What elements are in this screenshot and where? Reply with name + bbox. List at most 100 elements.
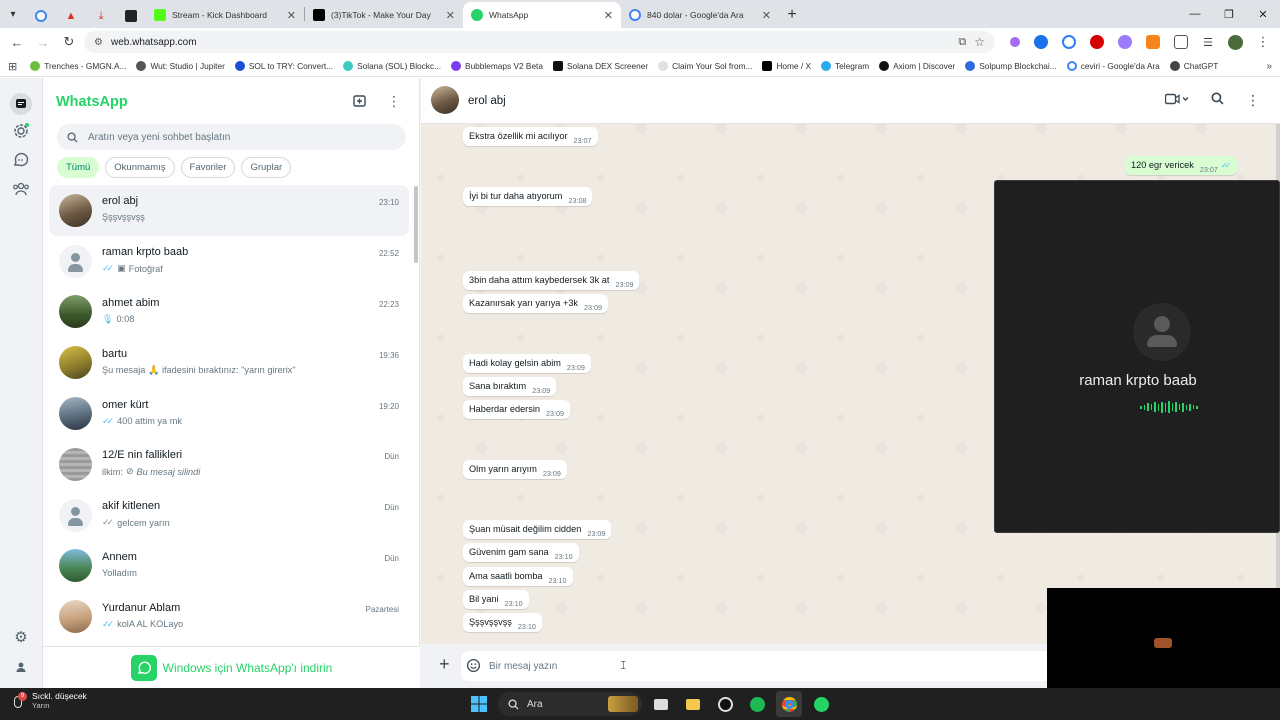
extension-blue-icon[interactable] (1034, 35, 1048, 49)
message-bubble[interactable]: Haberdar edersin 23:09 (463, 400, 570, 419)
chats-icon[interactable] (10, 93, 32, 115)
profile-icon[interactable] (12, 658, 30, 676)
install-app-icon[interactable]: ⧉ (958, 36, 966, 49)
pinned-tab-dark[interactable] (116, 4, 146, 28)
message-bubble[interactable]: Şşşvşşvşş 23:10 (463, 613, 542, 632)
filter-unread[interactable]: Okunmamış (105, 157, 175, 178)
conversation-header[interactable]: erol abj ⋮ (421, 78, 1280, 124)
message-bubble[interactable]: Şuan müsait değilim cidden 23:09 (463, 520, 612, 539)
back-button[interactable]: ← (6, 31, 28, 53)
chrome-icon[interactable] (776, 691, 802, 717)
download-windows-app-banner[interactable]: Windows için WhatsApp'ı indirin (43, 646, 420, 688)
close-window-button[interactable]: ✕ (1246, 0, 1280, 28)
chat-item-12e-nin-fallikleri[interactable]: 12/E nin fallikleri ilkim: ⊘ Bu mesaj sili… (49, 439, 409, 490)
channels-icon[interactable] (12, 151, 30, 169)
message-bubble[interactable]: Ekstra özellik mi acılıyor 23:07 (463, 127, 598, 146)
message-bubble[interactable]: Bil yani 23:10 (463, 590, 529, 609)
minimize-button[interactable]: — (1178, 0, 1212, 28)
taskbar-search[interactable]: Ara (498, 692, 642, 716)
menu-kebab-icon[interactable]: ⋮ (387, 94, 401, 111)
pinned-tab-triangle[interactable]: ▲ (56, 4, 86, 28)
extension-pen-icon[interactable] (1010, 37, 1020, 47)
message-bubble[interactable]: Güvenim gam sana 23:10 (463, 543, 579, 562)
chat-item-ahmet-abim[interactable]: ahmet abim 🎙 0:08 22:23 (49, 287, 409, 338)
close-icon[interactable]: ✕ (762, 9, 771, 22)
extensions-puzzle-icon[interactable] (1174, 35, 1188, 49)
start-windows-icon[interactable] (466, 691, 492, 717)
contact-avatar[interactable] (431, 86, 459, 114)
filter-groups[interactable]: Gruplar (241, 157, 292, 178)
video-preview-overlay[interactable] (1047, 588, 1280, 688)
bookmark-item[interactable]: Telegram (816, 61, 874, 71)
message-bubble[interactable]: Hadi kolay gelsin abim 23:09 (463, 354, 591, 373)
settings-gear-icon[interactable]: ⚙ (12, 628, 30, 646)
tab-search-button[interactable]: ▾ (0, 0, 26, 28)
bookmark-item[interactable]: SOL to TRY: Convert... (230, 61, 338, 71)
metamask-icon[interactable] (1146, 35, 1160, 49)
close-icon[interactable]: ✕ (446, 9, 455, 22)
maximize-button[interactable]: ❐ (1212, 0, 1246, 28)
chat-item-raman-krpto-baab[interactable]: raman krpto baab ✓✓ ▣ Fotoğraf 22:52 (49, 236, 409, 287)
communities-icon[interactable] (12, 180, 30, 198)
chat-search-input[interactable]: Aratın veya yeni sohbet başlatın (57, 124, 406, 150)
close-icon[interactable]: ✕ (287, 9, 296, 22)
apps-grid-icon[interactable]: ⊞ (8, 60, 17, 73)
chatlist-scrollbar[interactable] (414, 186, 418, 263)
bookmark-item[interactable]: Solpump Blockchai... (960, 61, 1061, 71)
search-icon[interactable] (1211, 92, 1224, 108)
message-bubble[interactable]: Kazanırsak yarı yarıya +3k 23:09 (463, 294, 609, 313)
menu-kebab-icon[interactable]: ⋮ (1246, 93, 1260, 107)
whatsapp-taskbar-icon[interactable] (808, 691, 834, 717)
address-bar[interactable]: ⚙ web.whatsapp.com ⧉ ☆ (84, 31, 995, 53)
tab-google-search[interactable]: 840 dolar - Google'da Ara ✕ (621, 2, 779, 28)
new-tab-button[interactable]: + (779, 2, 805, 28)
weather-widget[interactable]: 9 Sıckl. düşecek Yarın (12, 691, 87, 710)
chat-item-bartu[interactable]: bartu Şu mesaja 🙏 ifadesini bıraktınız: … (49, 337, 409, 388)
pinned-tab-google[interactable] (26, 4, 56, 28)
bookmark-item[interactable]: ChatGPT (1165, 61, 1224, 71)
reload-button[interactable]: ↻ (58, 31, 80, 53)
profile-avatar[interactable] (1228, 34, 1243, 50)
filter-favorites[interactable]: Favoriler (180, 157, 236, 178)
spotify-icon[interactable] (744, 691, 770, 717)
message-bubble[interactable]: Ama saatli bomba 23:10 (463, 567, 573, 586)
bookmark-item[interactable]: Solana (SOL) Blockc... (338, 61, 446, 71)
extension-red-icon[interactable] (1090, 35, 1104, 49)
chat-item-annem[interactable]: Annem Yolladım Dün (49, 541, 409, 592)
extension-purple-icon[interactable] (1118, 35, 1132, 49)
video-call-icon[interactable] (1164, 93, 1189, 108)
attach-plus-icon[interactable]: + (439, 655, 450, 673)
forward-button[interactable]: → (32, 31, 54, 53)
new-chat-icon[interactable] (353, 94, 367, 111)
pinned-tab-download[interactable]: ⤓ (86, 4, 116, 28)
message-bubble[interactable]: Sana bıraktım 23:09 (463, 377, 557, 396)
filter-all[interactable]: Tümü (57, 157, 100, 178)
chat-item-yurdanur-ablam[interactable]: Yurdanur Ablam ✓✓ kolA AL KOLayo Pazartes… (49, 591, 409, 642)
chat-item-omer-kurt[interactable]: omer kürt ✓✓ 400 attim ya mk 19:20 (49, 388, 409, 439)
tab-tiktok[interactable]: (3)TikTok - Make Your Day ✕ (305, 2, 463, 28)
bookmark-item[interactable]: Axiom | Discover (874, 61, 960, 71)
bookmark-item[interactable]: Trenches - GMGN.A... (25, 61, 131, 71)
file-explorer-icon[interactable] (680, 691, 706, 717)
bookmark-item[interactable]: Solana DEX Screener (548, 61, 653, 71)
tab-kick[interactable]: Stream - Kick Dashboard ✕ (146, 2, 304, 28)
message-input[interactable]: Bir mesaj yazın 𝙸 (461, 651, 1051, 681)
bookmark-star-icon[interactable]: ☆ (974, 35, 985, 49)
site-info-icon[interactable]: ⚙ (94, 37, 103, 48)
browser-menu-icon[interactable]: ⋮ (1252, 31, 1274, 53)
close-icon[interactable]: ✕ (604, 9, 613, 22)
voice-call-popup[interactable]: raman krpto baab (994, 180, 1280, 533)
bookmark-item[interactable]: Claim Your Sol from... (653, 61, 757, 71)
message-bubble-outgoing[interactable]: 120 egr vericek 23:07 ✓✓ (1125, 156, 1238, 175)
obs-icon[interactable] (712, 691, 738, 717)
chat-item-akif-kitlenen[interactable]: akif kitlenen ✓✓ gelcem yarın Dün (49, 490, 409, 541)
sticker-icon[interactable] (466, 658, 481, 676)
extension-wave-icon[interactable] (1062, 35, 1076, 49)
message-bubble[interactable]: İyi bi tur daha atıyorum 23:08 (463, 187, 593, 206)
bookmark-item[interactable]: ceviri - Google'da Ara (1062, 61, 1165, 71)
status-icon[interactable] (12, 122, 30, 140)
task-view-icon[interactable] (648, 691, 674, 717)
bookmark-item[interactable]: Bubblemaps V2 Beta (446, 61, 548, 71)
message-bubble[interactable]: 3bin daha attım kaybedersek 3k at 23:09 (463, 271, 640, 290)
more-bookmarks-icon[interactable]: » (1266, 61, 1272, 72)
